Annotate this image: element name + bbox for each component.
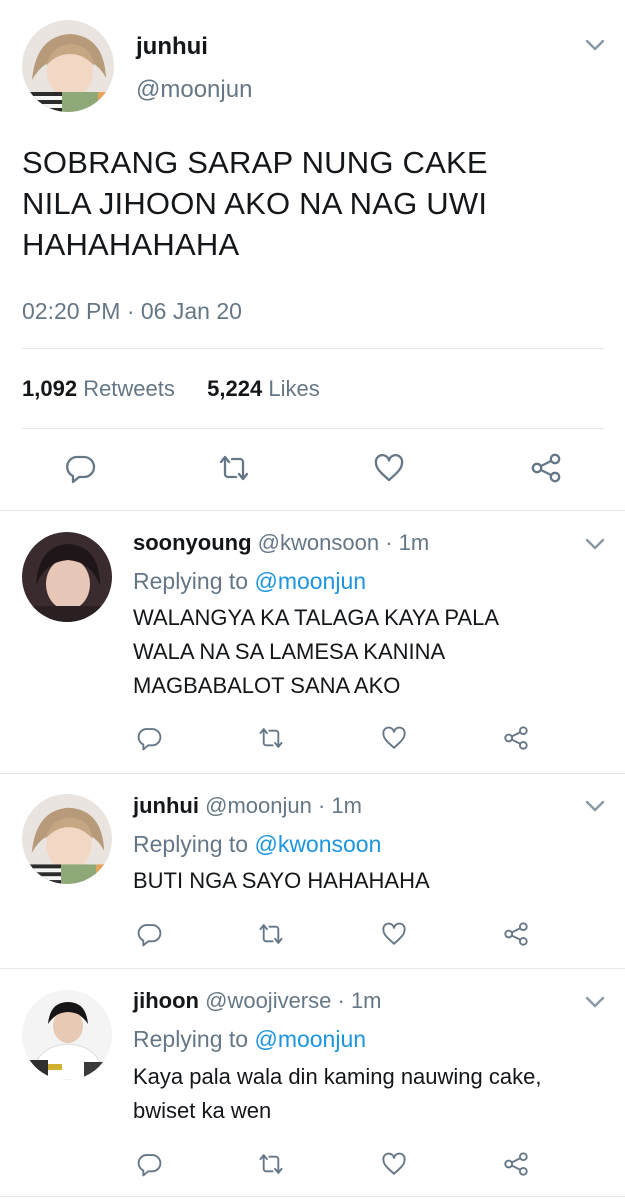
main-author-name[interactable]: junhui: [136, 33, 208, 61]
main-tweet-line: NILA JIHOON AKO NA NAG UWI: [22, 186, 488, 221]
like-icon[interactable]: [381, 725, 407, 751]
divider: [0, 968, 625, 969]
reply-time[interactable]: · 1m: [338, 988, 382, 1013]
reply-icon[interactable]: [136, 725, 162, 751]
retweet-icon[interactable]: [216, 452, 252, 484]
retweet-icon[interactable]: [256, 725, 286, 751]
reply-icon[interactable]: [136, 1151, 162, 1177]
reply-author-name[interactable]: soonyoung: [133, 530, 252, 555]
avatar-photo-soonyoung: [22, 532, 112, 622]
divider: [0, 510, 625, 511]
replying-to-link[interactable]: @moonjun: [254, 1026, 366, 1052]
like-icon[interactable]: [373, 452, 405, 484]
replying-to-label: Replying to: [133, 568, 249, 594]
reply-header: junhui @moonjun · 1m: [133, 793, 362, 819]
divider: [22, 428, 604, 429]
chevron-down-icon[interactable]: [584, 995, 606, 1009]
retweets-label: Retweets: [83, 376, 175, 401]
main-tweet-timestamp[interactable]: 02:20 PM · 06 Jan 20: [22, 298, 242, 325]
chevron-down-icon[interactable]: [584, 537, 606, 551]
main-author-handle[interactable]: @moonjun: [136, 76, 252, 104]
divider: [22, 348, 604, 349]
replying-to-label: Replying to: [133, 1026, 249, 1052]
chevron-down-icon[interactable]: [584, 799, 606, 813]
reply-header: soonyoung @kwonsoon · 1m: [133, 530, 429, 556]
retweets-count: 1,092: [22, 376, 78, 401]
main-author-avatar[interactable]: [22, 20, 114, 112]
retweet-icon[interactable]: [256, 1151, 286, 1177]
reply-text: WALANGYA KA TALAGA KAYA PALA WALA NA SA …: [133, 601, 613, 703]
tweet-stats: 1,092 Retweets 5,224 Likes: [22, 376, 320, 402]
main-tweet-line: SOBRANG SARAP NUNG CAKE: [22, 145, 488, 180]
share-icon[interactable]: [502, 921, 530, 947]
chevron-down-icon[interactable]: [584, 38, 606, 52]
retweets-stat[interactable]: 1,092 Retweets: [22, 376, 175, 401]
reply-time[interactable]: · 1m: [385, 530, 429, 555]
main-tweet-line: HAHAHAHAHA: [22, 227, 240, 262]
reply-text-line: WALANGYA KA TALAGA KAYA PALA: [133, 605, 500, 630]
reply-time[interactable]: · 1m: [318, 793, 362, 818]
reply-text-line: MAGBABALOT SANA AKO: [133, 673, 401, 698]
like-icon[interactable]: [381, 1151, 407, 1177]
divider: [0, 1196, 625, 1197]
share-icon[interactable]: [529, 452, 563, 484]
replying-to-link[interactable]: @kwonsoon: [254, 831, 381, 857]
share-icon[interactable]: [502, 725, 530, 751]
replying-to-line: Replying to @kwonsoon: [133, 831, 381, 858]
replying-to-line: Replying to @moonjun: [133, 1026, 366, 1053]
reply-text: Kaya pala wala din kaming nauwing cake, …: [133, 1060, 613, 1128]
reply-author-name[interactable]: jihoon: [133, 988, 199, 1013]
reply-avatar-jihoon[interactable]: [22, 990, 112, 1080]
reply-icon[interactable]: [64, 452, 96, 484]
replying-to-label: Replying to: [133, 831, 249, 857]
main-tweet-text: SOBRANG SARAP NUNG CAKE NILA JIHOON AKO …: [22, 142, 612, 265]
avatar-photo-junhui: [22, 20, 114, 112]
retweet-icon[interactable]: [256, 921, 286, 947]
reply-author-name[interactable]: junhui: [133, 793, 199, 818]
reply-text-line: bwiset ka wen: [133, 1098, 272, 1123]
replying-to-line: Replying to @moonjun: [133, 568, 366, 595]
replying-to-link[interactable]: @moonjun: [254, 568, 366, 594]
reply-author-handle[interactable]: @moonjun: [205, 793, 312, 818]
reply-avatar-junhui[interactable]: [22, 794, 112, 884]
reply-author-handle[interactable]: @kwonsoon: [258, 530, 379, 555]
reply-icon[interactable]: [136, 921, 162, 947]
likes-label: Likes: [268, 376, 320, 401]
divider: [0, 773, 625, 774]
reply-author-handle[interactable]: @woojiverse: [205, 988, 331, 1013]
share-icon[interactable]: [502, 1151, 530, 1177]
reply-text: BUTI NGA SAYO HAHAHAHA: [133, 864, 613, 898]
reply-header: jihoon @woojiverse · 1m: [133, 988, 382, 1014]
likes-stat[interactable]: 5,224 Likes: [207, 376, 320, 401]
reply-text-line: BUTI NGA SAYO HAHAHAHA: [133, 868, 430, 893]
reply-text-line: WALA NA SA LAMESA KANINA: [133, 639, 446, 664]
avatar-photo-jihoon: [22, 990, 112, 1080]
reply-text-line: Kaya pala wala din kaming nauwing cake,: [133, 1064, 542, 1089]
avatar-photo-junhui: [22, 794, 112, 884]
reply-avatar-soonyoung[interactable]: [22, 532, 112, 622]
likes-count: 5,224: [207, 376, 263, 401]
like-icon[interactable]: [381, 921, 407, 947]
